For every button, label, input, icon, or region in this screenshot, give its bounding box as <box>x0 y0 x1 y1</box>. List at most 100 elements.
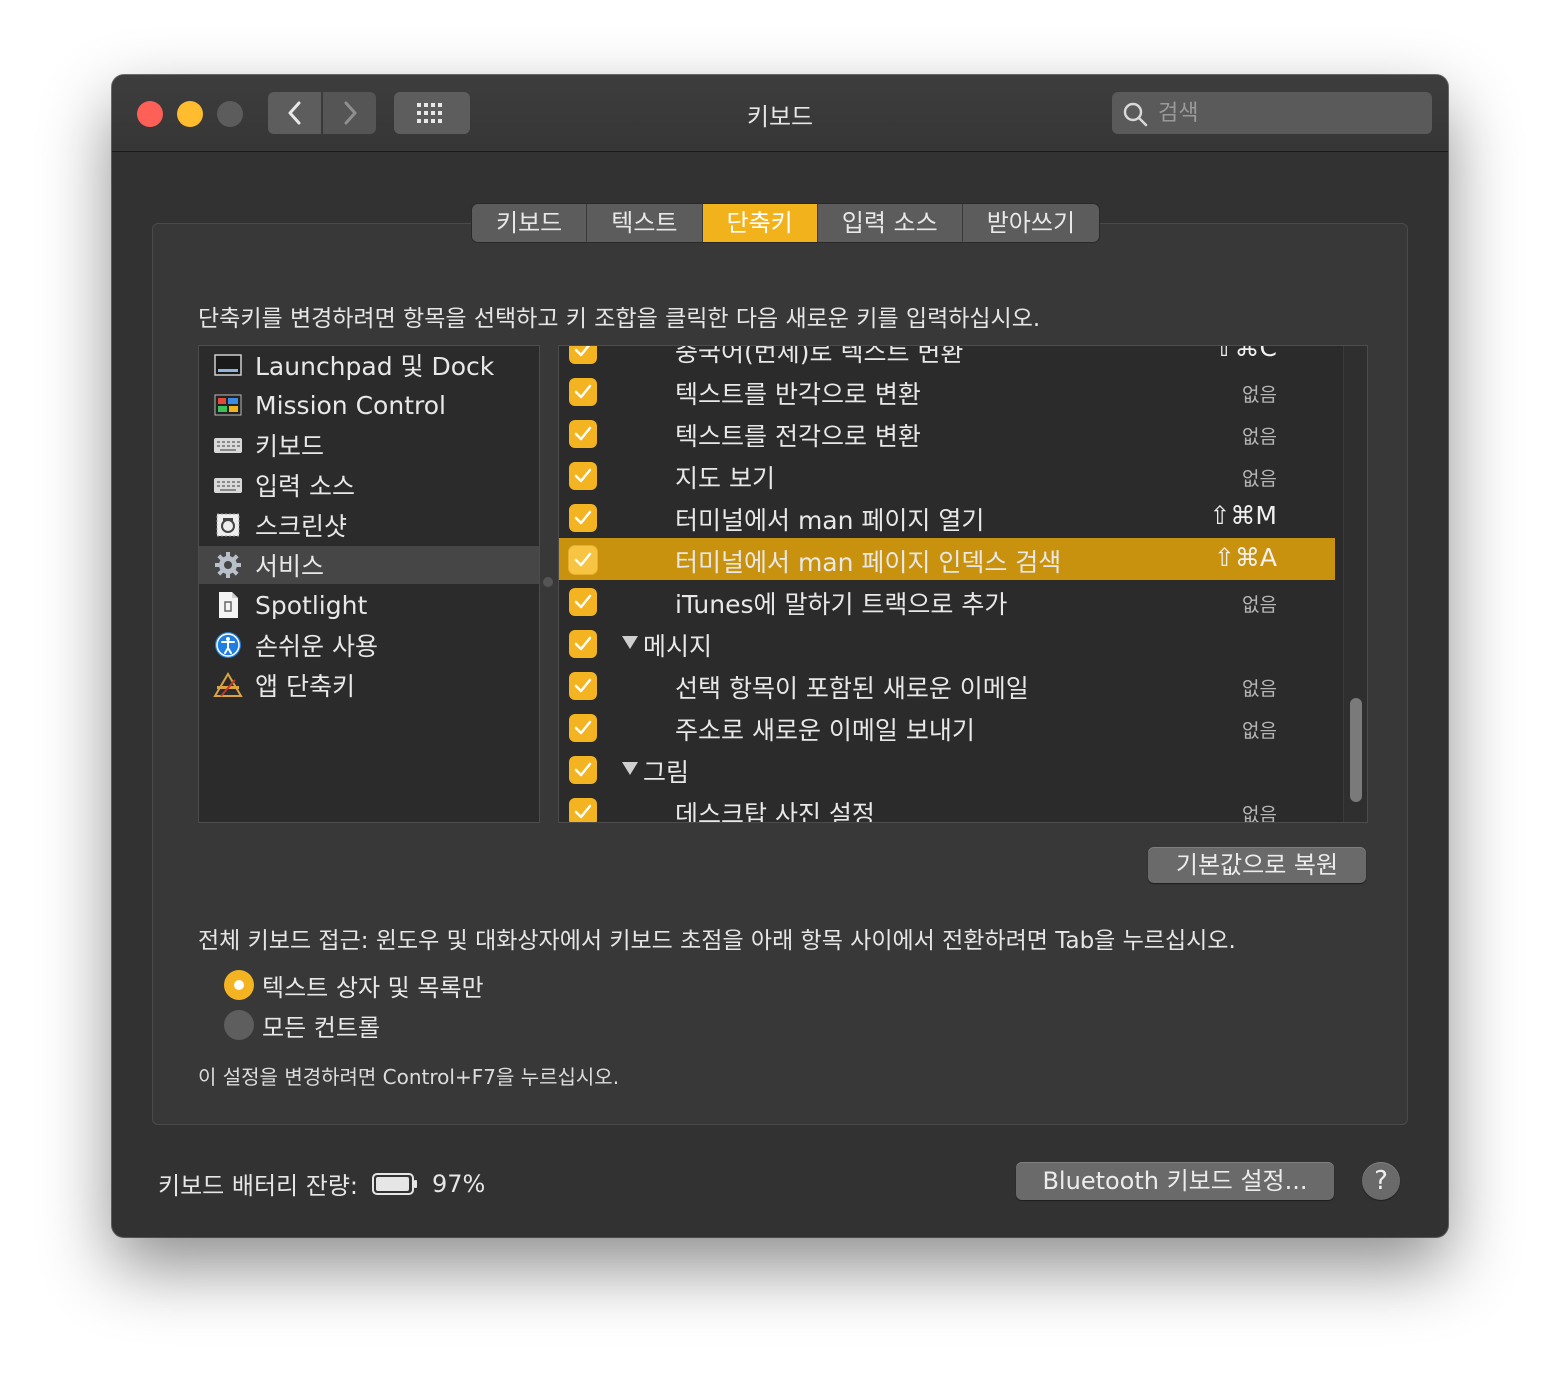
vertical-scrollbar[interactable] <box>1343 346 1367 822</box>
radio-all-controls[interactable]: 모든 컨트롤 <box>224 1009 381 1042</box>
restore-defaults-button[interactable]: 기본값으로 복원 <box>1148 847 1366 883</box>
search-field[interactable] <box>1112 92 1432 134</box>
shortcut-group-row[interactable]: 메시지 <box>559 622 1335 664</box>
checkbox[interactable] <box>569 672 597 700</box>
help-button[interactable]: ? <box>1362 1162 1400 1200</box>
disclosure-triangle-icon[interactable] <box>621 760 639 776</box>
category-label: Mission Control <box>255 390 446 420</box>
category-accessibility[interactable]: 손쉬운 사용 <box>199 626 539 664</box>
bluetooth-keyboard-setup-button[interactable]: Bluetooth 키보드 설정... <box>1016 1162 1334 1200</box>
shortcut-row[interactable]: 텍스트를 반각으로 변환 없음 <box>559 370 1335 412</box>
shortcut-row[interactable]: 터미널에서 man 페이지 열기 ⇧⌘M <box>559 496 1335 538</box>
shortcut-row[interactable]: 지도 보기 없음 <box>559 454 1335 496</box>
category-screenshots[interactable]: 스크린샷 <box>199 506 539 544</box>
category-label: Launchpad 및 Dock <box>255 352 495 381</box>
shortcut-label: 지도 보기 <box>675 464 775 493</box>
category-keyboard[interactable]: 키보드 <box>199 426 539 464</box>
shortcut-keys[interactable]: 없음 <box>1242 590 1277 617</box>
tab-dictation[interactable]: 받아쓰기 <box>963 204 1099 242</box>
checkmark-icon <box>574 468 592 483</box>
battery-icon <box>371 1172 417 1195</box>
tab-shortcuts[interactable]: 단축키 <box>702 204 818 242</box>
screenshot-icon <box>213 510 243 540</box>
radio-label: 모든 컨트롤 <box>262 1013 381 1042</box>
shortcut-row[interactable]: iTunes에 말하기 트랙으로 추가 없음 <box>559 580 1335 622</box>
search-icon <box>1123 102 1148 127</box>
checkbox[interactable] <box>569 378 597 406</box>
shortcut-label: 텍스트를 전각으로 변환 <box>675 422 921 451</box>
shortcut-keys[interactable]: 없음 <box>1242 716 1277 743</box>
shortcut-row[interactable]: 중국어(번체)로 텍스트 변환 ^⇧⌘C <box>559 346 1335 370</box>
checkbox[interactable] <box>569 630 597 658</box>
shortcut-keys[interactable]: ⇧⌘M <box>1209 501 1277 530</box>
instruction-text: 단축키를 변경하려면 항목을 선택하고 키 조합을 클릭한 다음 새로운 키를 … <box>198 306 1041 332</box>
accessibility-icon <box>213 630 243 660</box>
input-sources-icon <box>213 470 243 500</box>
shortcut-label: 터미널에서 man 페이지 인덱스 검색 <box>675 548 1062 577</box>
hint-text: 이 설정을 변경하려면 Control+F7을 누르십시오. <box>198 1065 620 1089</box>
checkbox[interactable] <box>569 756 597 784</box>
shortcut-keys[interactable]: 없음 <box>1242 800 1277 822</box>
category-list[interactable]: Launchpad 및 Dock Mission Control 키보드 입력 … <box>198 345 540 823</box>
checkmark-icon <box>574 384 592 399</box>
keyboard-battery: 키보드 배터리 잔량: 97% <box>158 1166 485 1201</box>
full-keyboard-access-text: 전체 키보드 접근: 윈도우 및 대화상자에서 키보드 초점을 아래 항목 사이… <box>198 928 1236 954</box>
category-label: 입력 소스 <box>255 472 355 501</box>
scroll-thumb[interactable] <box>1350 698 1362 802</box>
shortcut-label: 데스크탑 사진 설정 <box>675 800 875 823</box>
checkbox[interactable] <box>569 462 597 490</box>
shortcut-keys[interactable]: ^⇧⌘C <box>1193 346 1277 362</box>
tab-text[interactable]: 텍스트 <box>587 204 703 242</box>
shortcut-keys[interactable]: 없음 <box>1242 422 1277 449</box>
disclosure-triangle-icon[interactable] <box>621 634 639 650</box>
checkmark-icon <box>574 720 592 735</box>
shortcut-keys[interactable]: ⇧⌘A <box>1214 543 1277 572</box>
shortcut-keys[interactable]: 없음 <box>1242 380 1277 407</box>
launchpad-dock-icon <box>213 350 243 380</box>
group-label: 메시지 <box>643 632 713 661</box>
shortcut-keys[interactable]: 없음 <box>1242 674 1277 701</box>
shortcut-row[interactable]: 데스크탑 사진 설정 없음 <box>559 790 1335 823</box>
radio-button[interactable] <box>224 1010 254 1040</box>
shortcut-group-row[interactable]: 그림 <box>559 748 1335 790</box>
checkbox[interactable] <box>569 798 597 822</box>
shortcut-label: iTunes에 말하기 트랙으로 추가 <box>675 590 1008 619</box>
checkbox[interactable] <box>569 588 597 616</box>
category-spotlight[interactable]: Spotlight <box>199 586 539 624</box>
checkmark-icon <box>574 804 592 819</box>
category-label: 서비스 <box>255 552 325 581</box>
category-app-shortcuts[interactable]: 앱 단축키 <box>199 666 539 704</box>
search-input[interactable] <box>1156 98 1420 128</box>
checkbox[interactable] <box>569 504 597 532</box>
checkmark-icon <box>574 426 592 441</box>
checkbox[interactable] <box>569 714 597 742</box>
category-launchpad-dock[interactable]: Launchpad 및 Dock <box>199 346 539 384</box>
group-label: 그림 <box>643 758 690 787</box>
radio-button-selected[interactable] <box>224 970 254 1000</box>
shortcut-row-selected[interactable]: 터미널에서 man 페이지 인덱스 검색 ⇧⌘A <box>559 538 1335 580</box>
battery-percentage: 97% <box>431 1169 486 1198</box>
gear-icon <box>213 550 243 580</box>
spotlight-icon <box>213 590 243 620</box>
category-input-sources[interactable]: 입력 소스 <box>199 466 539 504</box>
radio-text-boxes-lists[interactable]: 텍스트 상자 및 목록만 <box>224 969 484 1002</box>
category-mission-control[interactable]: Mission Control <box>199 386 539 424</box>
checkmark-icon <box>574 594 592 609</box>
shortcut-row[interactable]: 주소로 새로운 이메일 보내기 없음 <box>559 706 1335 748</box>
keyboard-icon <box>213 430 243 460</box>
tab-keyboard[interactable]: 키보드 <box>472 204 588 242</box>
checkbox[interactable] <box>569 546 597 574</box>
checkbox[interactable] <box>569 420 597 448</box>
shortcut-list[interactable]: 중국어(번체)로 텍스트 변환 ^⇧⌘C 텍스트를 반각으로 변환 없음 텍스트… <box>558 345 1368 823</box>
category-label: Spotlight <box>255 590 368 620</box>
shortcut-keys[interactable]: 없음 <box>1242 464 1277 491</box>
split-handle[interactable] <box>543 577 553 587</box>
category-services[interactable]: 서비스 <box>199 546 539 584</box>
tab-bar: 키보드 텍스트 단축키 입력 소스 받아쓰기 <box>472 204 1100 242</box>
tab-input-sources[interactable]: 입력 소스 <box>818 204 963 242</box>
shortcut-row[interactable]: 텍스트를 전각으로 변환 없음 <box>559 412 1335 454</box>
checkbox[interactable] <box>569 346 597 364</box>
category-label: 앱 단축키 <box>255 672 355 701</box>
shortcut-row[interactable]: 선택 항목이 포함된 새로운 이메일 없음 <box>559 664 1335 706</box>
shortcut-label: 터미널에서 man 페이지 열기 <box>675 506 985 535</box>
